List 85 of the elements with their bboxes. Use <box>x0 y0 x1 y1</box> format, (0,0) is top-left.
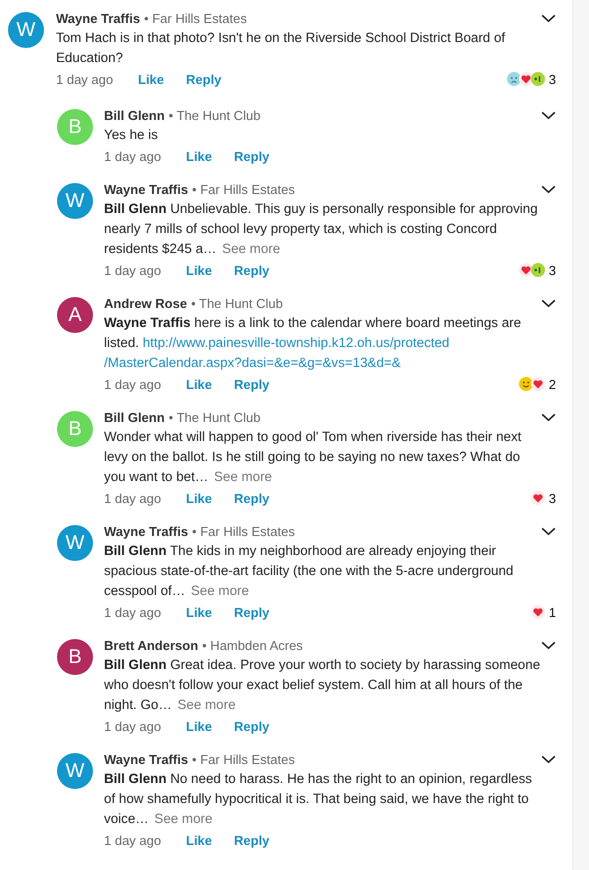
heart-icon <box>518 263 533 277</box>
avatar: W <box>8 12 44 48</box>
avatar: B <box>57 639 93 675</box>
like-link[interactable]: Like <box>186 604 212 620</box>
timestamp: 1 day ago <box>104 604 162 620</box>
timestamp: 1 day ago <box>104 262 162 278</box>
like-link[interactable]: Like <box>186 148 212 164</box>
community-name: • Far Hills Estates <box>192 752 295 766</box>
author-name[interactable]: Wayne Traffis <box>56 10 140 26</box>
timestamp: 1 day ago <box>104 376 162 392</box>
like-link[interactable]: Like <box>186 262 212 278</box>
chevron-down-icon[interactable] <box>541 14 556 22</box>
smiley-icon <box>518 377 533 391</box>
heart-icon <box>530 605 545 619</box>
comment-text: Bill Glenn No need to harass. He has the right to an opinion, regardless of how shamefully hypocritical it is. That being said, we have the right to voice… See more <box>104 770 533 828</box>
comment-text: Yes he is <box>104 126 159 144</box>
chevron-down-icon[interactable] <box>541 184 556 194</box>
community-name: • Far Hills Estates <box>192 182 295 196</box>
reaction-count: 1 <box>548 604 556 620</box>
reply-link[interactable]: Reply <box>186 72 222 86</box>
timestamp: 1 day ago <box>104 490 162 506</box>
like-link[interactable]: Like <box>186 376 212 392</box>
timestamp: 1 day ago <box>104 148 162 164</box>
chevron-down-icon[interactable] <box>541 110 556 120</box>
reply-link[interactable]: Reply <box>234 718 270 734</box>
author-name[interactable]: Wayne Traffis <box>104 182 188 196</box>
comment-text: Bill Glenn The kids in my neighborhood are already enjoying their spacious state-of-the-art facility (the one with the 5-acre underground cesspool of… See more <box>104 542 514 600</box>
author-name[interactable]: Wayne Traffis <box>104 752 188 766</box>
community-name: • The Hunt Club <box>191 296 283 310</box>
community-name: • Far Hills Estates <box>144 10 247 26</box>
comment-text: Bill Glenn Unbelievable. This guy is personally responsible for approving nearly 7 mills of school levy property tax, which is costing Concord residents $245 a… See more <box>104 200 539 258</box>
community-name: • Hambden Acres <box>202 638 303 652</box>
reaction-count: 2 <box>548 376 556 392</box>
like-link[interactable]: Like <box>186 718 212 734</box>
heart-icon <box>518 72 533 86</box>
avatar: W <box>57 525 93 561</box>
chevron-down-icon[interactable] <box>541 298 556 308</box>
link[interactable]: http://www.painesville-township.k12.oh.us/protected <box>142 335 450 350</box>
like-link[interactable]: Like <box>186 832 212 848</box>
reply-link[interactable]: Reply <box>234 832 270 848</box>
author-name[interactable]: Brett Anderson <box>104 638 198 652</box>
see-more-link[interactable]: See more <box>154 811 212 826</box>
see-more-link[interactable]: See more <box>222 241 280 256</box>
chevron-down-icon[interactable] <box>541 526 556 536</box>
reaction-count: 3 <box>548 72 556 86</box>
heart-icon <box>530 377 545 391</box>
reaction-count: 3 <box>548 490 556 506</box>
author-name[interactable]: Wayne Traffis <box>104 524 188 538</box>
comment-text: Wayne Traffis here is a link to the calendar where board meetings are listed. http://www.painesville-township.k12.oh.us/protected /MasterCalendar.aspx?dasi=&e=&g=&vs=13&d=& <box>104 314 522 372</box>
chevron-down-icon[interactable] <box>541 412 556 422</box>
author-name[interactable]: Bill Glenn <box>104 108 165 122</box>
reply-link[interactable]: Reply <box>234 490 270 506</box>
community-name: • Far Hills Estates <box>192 524 295 538</box>
reply-link[interactable]: Reply <box>234 376 270 392</box>
avatar: W <box>57 183 93 219</box>
timestamp: 1 day ago <box>104 832 162 848</box>
sad-face-icon <box>506 72 521 86</box>
avatar: B <box>57 411 93 447</box>
link[interactable]: /MasterCalendar.aspx?dasi=&e=&g=&vs=13&d=& <box>104 355 401 370</box>
reply-link[interactable]: Reply <box>234 262 270 278</box>
author-name[interactable]: Bill Glenn <box>104 410 165 424</box>
comment-text: Bill Glenn Great idea. Prove your worth to society by harassing someone who doesn't follow your exact belief system. Call him at all hours of the night. Go… See more <box>104 656 542 714</box>
see-more-link[interactable]: See more <box>177 697 236 712</box>
chevron-down-icon[interactable] <box>541 640 556 650</box>
heart-icon <box>530 491 545 505</box>
like-link[interactable]: Like <box>138 72 164 86</box>
avatar: W <box>57 753 93 789</box>
like-link[interactable]: Like <box>186 490 212 506</box>
see-more-link[interactable]: See more <box>214 469 272 484</box>
avatar: B <box>57 109 93 145</box>
community-name: • The Hunt Club <box>168 410 260 424</box>
see-more-link[interactable]: See more <box>190 583 249 598</box>
reply-link[interactable]: Reply <box>234 148 270 164</box>
reaction-count: 3 <box>548 262 556 278</box>
plus-one-icon <box>530 263 545 277</box>
plus-one-icon <box>530 72 545 86</box>
timestamp: 1 day ago <box>104 718 162 734</box>
comment-text: Tom Hach is in that photo? Isn't he on the Riverside School District Board of Education? <box>56 29 506 67</box>
author-name[interactable]: Andrew Rose <box>104 296 188 310</box>
avatar: A <box>57 297 93 333</box>
reply-link[interactable]: Reply <box>234 604 270 620</box>
community-name: • The Hunt Club <box>168 108 260 122</box>
chevron-down-icon[interactable] <box>541 754 556 764</box>
timestamp: 1 day ago <box>56 72 114 86</box>
comment-text: Wonder what will happen to good ol' Tom when riverside has their next levy on the ballot. Is he still going to be saying no new taxes? What do you want to bet… See more <box>104 428 522 486</box>
